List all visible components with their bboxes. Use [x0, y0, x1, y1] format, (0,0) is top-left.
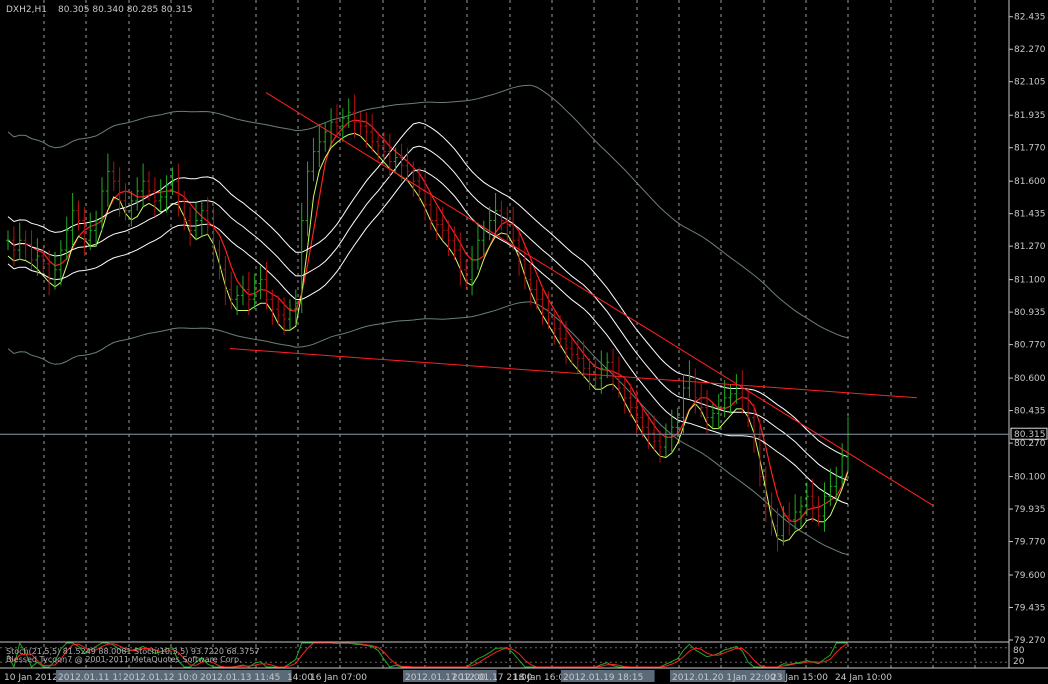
price-chart[interactable]: 82.435 82.270 82.105 81.935 81.770 81.600 81.4… — [0, 0, 1048, 684]
price-tick-label: 79.935 — [1014, 505, 1046, 515]
price-tick-label: 79.435 — [1014, 604, 1046, 614]
price-tick-label: 80.270 — [1014, 439, 1046, 449]
symbol-label: DXH2,H1 — [6, 5, 47, 15]
time-tick: 23 Jan 15:00 — [771, 673, 828, 683]
time-tick-label: 23 Jan 15:00 — [771, 673, 828, 683]
indicator-label-2: Blessed Tycoon7 @ 2001-2011 MetaQuotes S… — [6, 655, 242, 664]
price-tick-label: 79.270 — [1014, 636, 1046, 646]
price-tick-label: 82.105 — [1014, 78, 1046, 88]
time-tick: 2012.01.19 18:15 — [561, 670, 655, 683]
current-price-marker: 80.315 — [1010, 427, 1048, 440]
indicator-tick-20: 20 — [1013, 657, 1025, 667]
time-axis: 10 Jan 2012 2012.01.11 11:302012.01.12 10… — [4, 670, 892, 683]
price-tick-label: 80.770 — [1014, 341, 1046, 351]
price-tick-label: 80.600 — [1014, 374, 1046, 384]
time-tick-label: 10 Jan 2012 — [4, 673, 58, 683]
current-price-label: 80.315 — [1014, 430, 1046, 440]
price-tick-label: 80.935 — [1014, 308, 1046, 318]
time-tick: 24 Jan 10:00 — [835, 673, 892, 683]
price-tick-label: 82.270 — [1014, 45, 1046, 55]
time-tick-label: 2012.01.19 18:15 — [563, 673, 643, 683]
price-tick-label: 81.600 — [1014, 177, 1046, 187]
ohlc-readout: 80.305 80.340 80.285 80.315 — [58, 5, 193, 15]
time-tick-label: 24 Jan 10:00 — [835, 673, 892, 683]
time-tick: 16 Jan 07:00 — [310, 673, 367, 683]
time-tick: 10 Jan 2012 — [4, 673, 58, 683]
price-tick-label: 81.935 — [1014, 111, 1046, 121]
time-tick-label: 2012.01.12 10:00 — [123, 673, 204, 683]
price-tick-label: 80.100 — [1014, 473, 1046, 483]
time-tick-label: 16 Jan 07:00 — [310, 673, 367, 683]
price-tick-label: 81.770 — [1014, 144, 1046, 154]
price-tick-label: 80.435 — [1014, 407, 1046, 417]
time-tick-label: 2012.01.13 11:45 — [200, 673, 280, 683]
price-tick-label: 81.270 — [1014, 242, 1046, 252]
price-tick-label: 79.600 — [1014, 571, 1046, 581]
price-tick-label: 79.770 — [1014, 538, 1046, 548]
price-tick-label: 81.100 — [1014, 276, 1046, 286]
price-tick-label: 82.435 — [1014, 13, 1046, 23]
price-tick-label: 81.435 — [1014, 210, 1046, 220]
time-tick: 2012.01.13 11:45 — [198, 670, 292, 683]
indicator-tick-80: 80 — [1013, 646, 1025, 656]
time-tick-label: Jan 22:00 — [732, 673, 776, 683]
